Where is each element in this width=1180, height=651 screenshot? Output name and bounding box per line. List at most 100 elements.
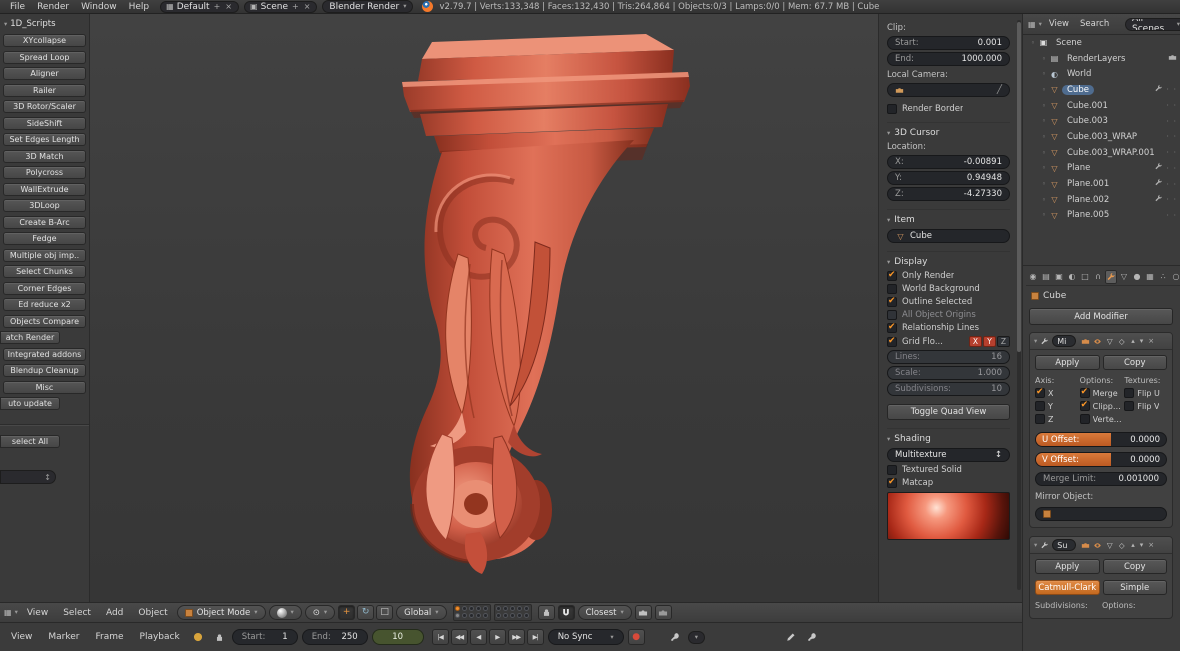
- move-modifier-up-button[interactable]: ▴: [1130, 337, 1136, 345]
- move-modifier-down-button[interactable]: ▾: [1139, 541, 1145, 549]
- restrict-icons[interactable]: · ·: [1166, 211, 1177, 220]
- tool-shelf-button[interactable]: Objects Compare: [3, 315, 86, 328]
- menu-help[interactable]: Help: [123, 2, 156, 12]
- tab-object[interactable]: □: [1079, 270, 1091, 284]
- layer-dot[interactable]: [483, 606, 488, 611]
- tool-shelf-button[interactable]: Corner Edges: [3, 282, 86, 295]
- mirror-option-checkbox[interactable]: [1080, 401, 1090, 411]
- restrict-icons[interactable]: · ·: [1166, 164, 1177, 173]
- tab-particles[interactable]: ∴: [1157, 270, 1169, 284]
- lock-time-icon[interactable]: [211, 630, 228, 645]
- matcap-preview[interactable]: [887, 492, 1010, 540]
- layer-dot[interactable]: [524, 613, 529, 618]
- copy-modifier-button[interactable]: Copy: [1103, 559, 1168, 574]
- keying-set-icon[interactable]: [667, 630, 684, 645]
- copy-modifier-button[interactable]: Copy: [1103, 355, 1168, 370]
- mirror-modifier-header[interactable]: ▾ Mi ▽◇ ▴ ▾ ×: [1030, 333, 1172, 350]
- display-panel-header[interactable]: ▾ Display: [887, 251, 1010, 267]
- menu-window[interactable]: Window: [75, 2, 123, 12]
- tool-shelf-button[interactable]: Set Edges Length: [3, 133, 86, 146]
- subdivision-type-simple[interactable]: Simple: [1103, 580, 1168, 595]
- insert-keyframe-pencil-icon[interactable]: [783, 630, 800, 645]
- viewport-3d[interactable]: [90, 14, 878, 602]
- tab-scene[interactable]: ▣: [1053, 270, 1065, 284]
- transform-orientation-select[interactable]: Global ▾: [396, 605, 446, 620]
- corbel-object[interactable]: [90, 14, 878, 602]
- display-option-checkbox[interactable]: [887, 271, 897, 281]
- tab-constraints[interactable]: ∩: [1092, 270, 1104, 284]
- timeline-menu-playback[interactable]: Playback: [134, 632, 186, 642]
- cursor-location-field[interactable]: Z:-4.27330: [887, 187, 1010, 201]
- record-button[interactable]: ●: [628, 629, 645, 645]
- mirror-option-checkbox[interactable]: [1080, 388, 1090, 398]
- grid-setting-field[interactable]: Scale:1.000: [887, 366, 1010, 380]
- restrict-icons[interactable]: · ·: [1166, 132, 1177, 141]
- screen-layout-selector[interactable]: ▦ Default + ×: [160, 1, 239, 13]
- playback-button-0[interactable]: |◀: [432, 629, 449, 645]
- disclosure-icon[interactable]: ◦: [1039, 196, 1049, 204]
- modifier-name-field[interactable]: Su: [1052, 539, 1076, 551]
- translate-manipulator-toggle[interactable]: +: [338, 605, 355, 620]
- move-modifier-up-button[interactable]: ▴: [1130, 541, 1136, 549]
- tool-shelf-button[interactable]: Multiple obj imp..: [3, 249, 86, 262]
- disclosure-icon[interactable]: ◦: [1039, 180, 1049, 188]
- render-visibility-toggle[interactable]: [1080, 540, 1091, 551]
- view3d-menu-add[interactable]: Add: [100, 608, 129, 618]
- apply-modifier-button[interactable]: Apply: [1035, 355, 1100, 370]
- layer-dot[interactable]: [469, 606, 474, 611]
- tool-shelf-dropdown[interactable]: ↕: [0, 470, 56, 484]
- outliner-menu-view[interactable]: View: [1045, 19, 1073, 29]
- layer-dot[interactable]: [517, 606, 522, 611]
- render-border-checkbox[interactable]: [887, 104, 897, 114]
- restrict-icons[interactable]: · ·: [1166, 101, 1177, 110]
- layer-dot[interactable]: [524, 606, 529, 611]
- viewport-shading-select[interactable]: ▾: [269, 605, 302, 620]
- toggle-quad-view-button[interactable]: Toggle Quad View: [887, 404, 1010, 420]
- outliner-row[interactable]: ◦▽Cube· ·: [1023, 82, 1180, 98]
- snap-element-select[interactable]: Closest ▾: [578, 605, 632, 620]
- grid-axis-toggle[interactable]: Z: [997, 336, 1010, 347]
- tab-physics[interactable]: ○: [1170, 270, 1180, 284]
- layer-dot[interactable]: [469, 613, 474, 618]
- disclosure-icon[interactable]: ◦: [1039, 86, 1049, 94]
- viewport-visibility-toggle[interactable]: [1092, 336, 1103, 347]
- mode-select[interactable]: Object Mode ▾: [177, 605, 266, 620]
- mirror-axis-checkbox[interactable]: [1035, 414, 1045, 424]
- frame-end-field[interactable]: End: 250: [302, 629, 368, 645]
- layer-dot[interactable]: [455, 613, 460, 618]
- restrict-icons[interactable]: · ·: [1166, 195, 1177, 204]
- disclosure-icon[interactable]: ◦: [1039, 164, 1049, 172]
- restrict-icons[interactable]: · ·: [1166, 180, 1177, 189]
- add-scene-button[interactable]: +: [291, 2, 300, 11]
- outliner-row[interactable]: ◦▽Plane.002· ·: [1023, 192, 1180, 208]
- menu-render[interactable]: Render: [31, 2, 75, 12]
- layer-dot[interactable]: [496, 613, 501, 618]
- tool-shelf-button[interactable]: 3D Match: [3, 150, 86, 163]
- delete-scene-button[interactable]: ×: [303, 2, 312, 11]
- view3d-menu-select[interactable]: Select: [57, 608, 97, 618]
- cage-display-toggle[interactable]: ◇: [1116, 540, 1127, 551]
- grid-axis-toggle[interactable]: X: [969, 336, 982, 347]
- merge-limit-field[interactable]: Merge Limit: 0.001000: [1035, 472, 1167, 486]
- display-option-checkbox[interactable]: [887, 297, 897, 307]
- clip-end-field[interactable]: End: 1000.000: [887, 52, 1010, 66]
- outliner-row[interactable]: ◦▣Scene: [1023, 35, 1180, 51]
- shading-mode-select[interactable]: Multitexture ↕: [887, 448, 1010, 462]
- keying-set-select[interactable]: ▾: [688, 631, 705, 644]
- disclosure-icon[interactable]: ◦: [1039, 102, 1049, 110]
- tool-shelf-button[interactable]: Railer: [3, 84, 86, 97]
- grid-axis-toggle[interactable]: Y: [983, 336, 996, 347]
- outliner-row[interactable]: ◦▽Cube.003_WRAP.001· ·: [1023, 145, 1180, 161]
- delete-screen-layout-button[interactable]: ×: [224, 2, 233, 11]
- disclosure-icon[interactable]: ◦: [1039, 70, 1049, 78]
- playback-button-3[interactable]: ▶: [489, 629, 506, 645]
- outliner-row[interactable]: ◦▽Cube.001· ·: [1023, 98, 1180, 114]
- tool-shelf-button[interactable]: Misc: [3, 381, 86, 394]
- tab-object-data[interactable]: ▽: [1118, 270, 1130, 284]
- snap-magnet-icon[interactable]: [558, 605, 575, 620]
- layer-dot[interactable]: [517, 613, 522, 618]
- sync-mode-select[interactable]: No Sync ▾: [548, 629, 624, 645]
- item-panel-header[interactable]: ▾ Item: [887, 209, 1010, 225]
- display-option-checkbox[interactable]: [887, 310, 897, 320]
- restrict-icons[interactable]: · ·: [1166, 85, 1177, 94]
